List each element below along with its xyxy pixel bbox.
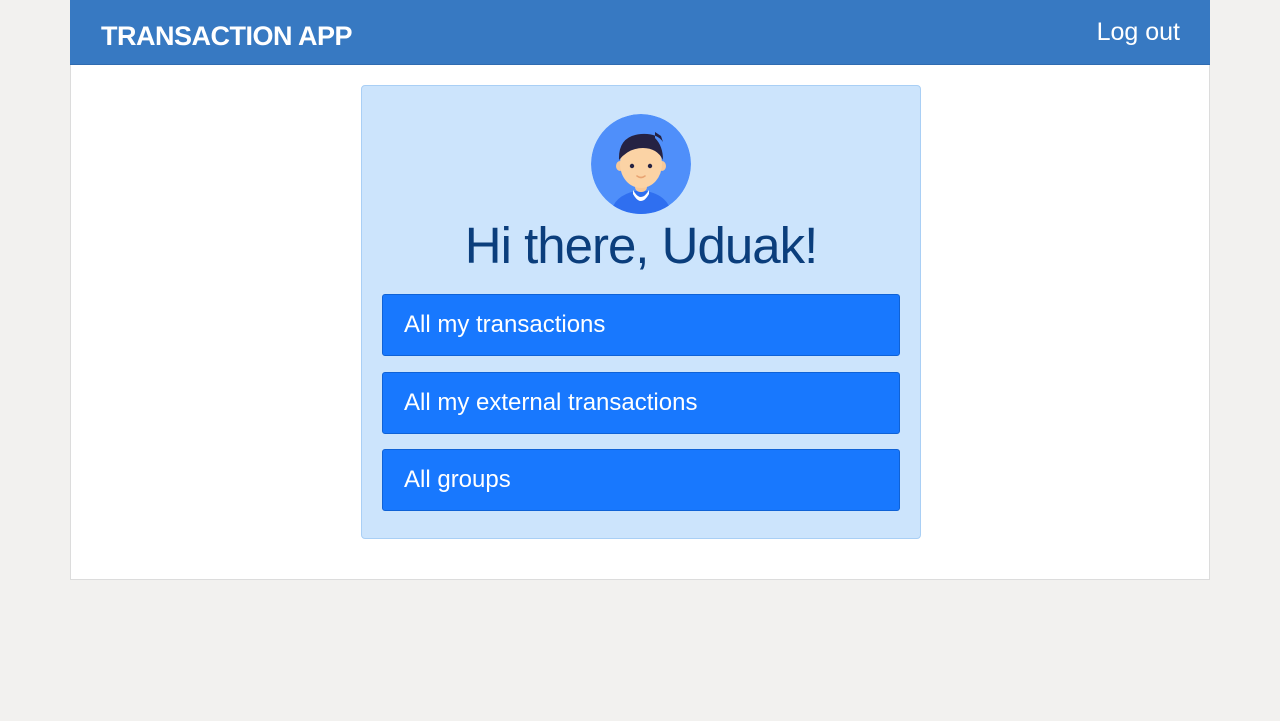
greeting-heading: Hi there, Uduak!: [464, 217, 819, 274]
app-container: TRANSACTION APP Log out Hi there, Uduak!…: [70, 0, 1210, 580]
top-navbar: TRANSACTION APP Log out: [70, 0, 1210, 65]
all-transactions-button[interactable]: All my transactions: [382, 294, 900, 356]
user-avatar-icon: [591, 114, 691, 214]
logout-link[interactable]: Log out: [1097, 17, 1180, 47]
all-external-transactions-button[interactable]: All my external transactions: [382, 372, 900, 434]
all-groups-button[interactable]: All groups: [382, 449, 900, 511]
profile-card: Hi there, Uduak! All my transactions All…: [361, 85, 921, 539]
app-brand[interactable]: TRANSACTION APP: [101, 20, 353, 52]
